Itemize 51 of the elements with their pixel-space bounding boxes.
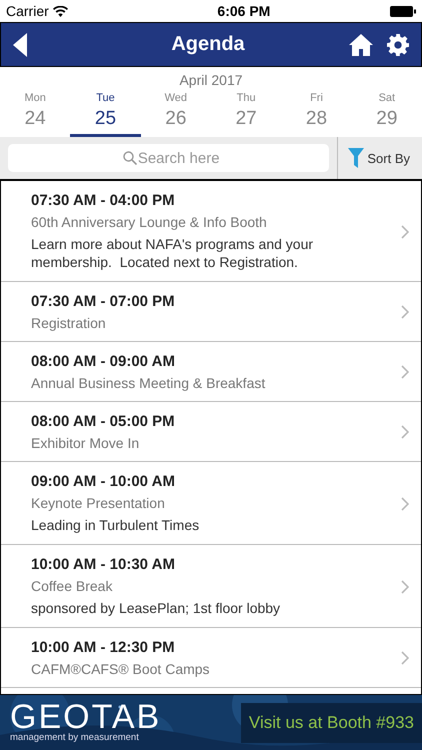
session-title: 60th Anniversary Lounge & Info Booth [31, 214, 268, 230]
session-time: 08:00 AM - 09:00 AM [31, 353, 176, 370]
brand-logo: GEOTAB [10, 702, 162, 732]
session-title: Keynote Presentation [31, 495, 166, 511]
session-time: 10:00 AM - 12:30 PM [31, 639, 176, 656]
chevron-icon [401, 224, 409, 238]
screen-title: Agenda [170, 33, 246, 56]
chevron-icon [401, 305, 409, 319]
session-title: Exhibitor Move In [31, 435, 140, 451]
booth-label: Visit us at Booth #933 [240, 702, 422, 742]
agenda-item[interactable]: 07:30 AM - 07:00 PM Registration [1, 282, 421, 342]
agenda-item[interactable]: 08:00 AM - 05:00 PM Exhibitor Move In [1, 402, 421, 462]
brand-tagline: management by measurement [10, 732, 140, 743]
ad-banner[interactable]: GEOTAB management by measurement Visit us at Booth #933 [0, 695, 422, 750]
session-title: Registration [31, 315, 107, 331]
day-tab[interactable]: Sat 29 [352, 92, 422, 137]
session-time: 09:00 AM - 10:00 AM [31, 473, 176, 490]
agenda-item[interactable]: 10:00 AM - 10:30 AM Coffee Break sponsored by LeasePlan; 1st floor lobby [1, 545, 421, 628]
session-title: Coffee Break [31, 578, 114, 594]
battery-icon [390, 6, 416, 16]
session-note: sponsored by LeasePlan; 1st floor lobby [31, 599, 282, 617]
carrier-label: Carrier [6, 3, 49, 19]
day-tab[interactable]: Wed 26 [140, 92, 211, 137]
filter-icon [348, 148, 364, 168]
back-icon[interactable] [13, 32, 27, 56]
session-note: Leading in Turbulent Times [31, 516, 200, 534]
chevron-icon [401, 496, 409, 510]
agenda-item[interactable]: 09:00 AM - 10:00 AM Keynote Presentation Leading in Turbulent Times [1, 462, 421, 545]
day-tab[interactable]: Mon 24 [0, 92, 70, 137]
agenda-item[interactable]: 07:30 AM - 04:00 PM 60th Anniversary Lounge & Info Booth Learn more about NAFA's programs and your membership. Located next to Registration. [1, 181, 421, 282]
month-label: April 2017 [178, 72, 244, 88]
settings-icon[interactable] [387, 34, 409, 56]
chevron-icon [401, 580, 409, 594]
clock-time: 6:06 PM [217, 3, 270, 19]
search-field[interactable]: Search here [8, 144, 330, 172]
session-time: 10:00 AM - 10:30 AM [31, 556, 176, 573]
agenda-item[interactable]: 10:00 AM - 12:30 PM CAFM®CAFS® Boot Camps [1, 628, 421, 688]
chevron-icon [401, 651, 409, 665]
chevron-icon [401, 425, 409, 439]
session-time: 07:30 AM - 07:00 PM [31, 293, 176, 310]
home-icon[interactable] [349, 34, 373, 56]
session-title: CAFM®CAFS® Boot Camps [31, 661, 211, 677]
session-title: Annual Business Meeting & Breakfast [31, 375, 266, 391]
wifi-icon [52, 6, 68, 16]
chevron-icon [401, 365, 409, 379]
agenda-item[interactable]: 08:00 AM - 09:00 AM Annual Business Meeting & Breakfast [1, 342, 421, 402]
day-tab[interactable]: Thu 27 [211, 92, 282, 137]
session-time: 08:00 AM - 05:00 PM [31, 413, 176, 430]
day-tab[interactable]: Fri 28 [281, 92, 352, 137]
session-time: 07:30 AM - 04:00 PM [31, 192, 176, 209]
session-note: Learn more about NAFA's programs and your membership. Located next to Registration. [31, 235, 314, 271]
